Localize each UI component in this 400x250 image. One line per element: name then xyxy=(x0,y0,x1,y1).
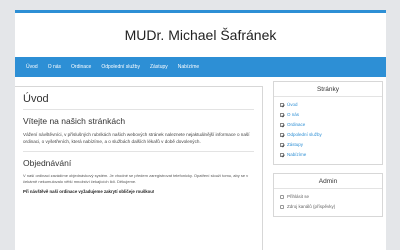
feed-label: Zdroj kanálů (příspěvky) xyxy=(287,204,336,209)
sidebar-item-label: Odpolední služby xyxy=(287,132,322,137)
sidebar: Stránky Úvod O nás Ordinace Odpolední sl… xyxy=(273,81,383,225)
sidebar-item-label: O nás xyxy=(287,112,300,117)
nav-item-uvod[interactable]: Úvod xyxy=(21,57,43,77)
site-title[interactable]: MUDr. Michael Šafránek xyxy=(15,27,386,43)
sidebar-item-label: Nabízíme xyxy=(287,152,307,157)
page-icon xyxy=(280,153,284,157)
nav-item-zastupy[interactable]: Zástupy xyxy=(145,57,173,77)
sidebar-item-zastupy[interactable]: Zástupy xyxy=(280,140,376,150)
nav-item-o-nas[interactable]: O nás xyxy=(43,57,66,77)
nav-item-odpoledni-sluzby[interactable]: Odpolední služby xyxy=(96,57,145,77)
page-title: Úvod xyxy=(23,93,49,105)
sidebar-item-ordinace[interactable]: Ordinace xyxy=(280,120,376,130)
divider xyxy=(23,151,254,152)
login-link[interactable]: Přihlásit se xyxy=(280,192,376,202)
admin-widget-title: Admin xyxy=(274,174,382,189)
divider xyxy=(23,109,254,110)
login-label: Přihlásit se xyxy=(287,194,310,199)
sidebar-item-odpoledni-sluzby[interactable]: Odpolední služby xyxy=(280,130,376,140)
orders-paragraph: V naší ordinaci zavádíme objednávkový sy… xyxy=(23,173,249,184)
orders-heading: Objednávání xyxy=(23,158,72,168)
pages-widget-title: Stránky xyxy=(274,82,382,97)
pages-widget: Stránky Úvod O nás Ordinace Odpolední sl… xyxy=(273,81,383,165)
page-icon xyxy=(280,143,284,147)
main-content: Úvod Vítejte na našich stránkách Vážení … xyxy=(15,86,263,250)
login-icon xyxy=(280,195,284,199)
feed-icon xyxy=(280,205,284,209)
page-icon xyxy=(280,113,284,117)
sidebar-item-uvod[interactable]: Úvod xyxy=(280,100,376,110)
sidebar-item-label: Úvod xyxy=(287,102,298,107)
nav-item-nabizime[interactable]: Nabízíme xyxy=(173,57,204,77)
main-navigation: Úvod O nás Ordinace Odpolední služby Zás… xyxy=(15,57,386,77)
page-icon xyxy=(280,123,284,127)
sidebar-item-nabizime[interactable]: Nabízíme xyxy=(280,150,376,160)
sidebar-item-label: Zástupy xyxy=(287,142,304,147)
intro-paragraph: Vážení návštěvníci, v příslušných rubrik… xyxy=(23,132,250,144)
admin-widget: Admin Přihlásit se Zdroj kanálů (příspěv… xyxy=(273,173,383,217)
sidebar-item-o-nas[interactable]: O nás xyxy=(280,110,376,120)
welcome-heading: Vítejte na našich stránkách xyxy=(23,116,126,126)
page-icon xyxy=(280,133,284,137)
nav-item-ordinace[interactable]: Ordinace xyxy=(66,57,96,77)
feed-link[interactable]: Zdroj kanálů (příspěvky) xyxy=(280,202,376,212)
sidebar-item-label: Ordinace xyxy=(287,122,306,127)
page-icon xyxy=(280,103,284,107)
page-container: MUDr. Michael Šafránek Úvod O nás Ordina… xyxy=(15,10,386,250)
mask-warning: Při návštěvě naší ordinace vyžadujeme za… xyxy=(23,189,155,194)
